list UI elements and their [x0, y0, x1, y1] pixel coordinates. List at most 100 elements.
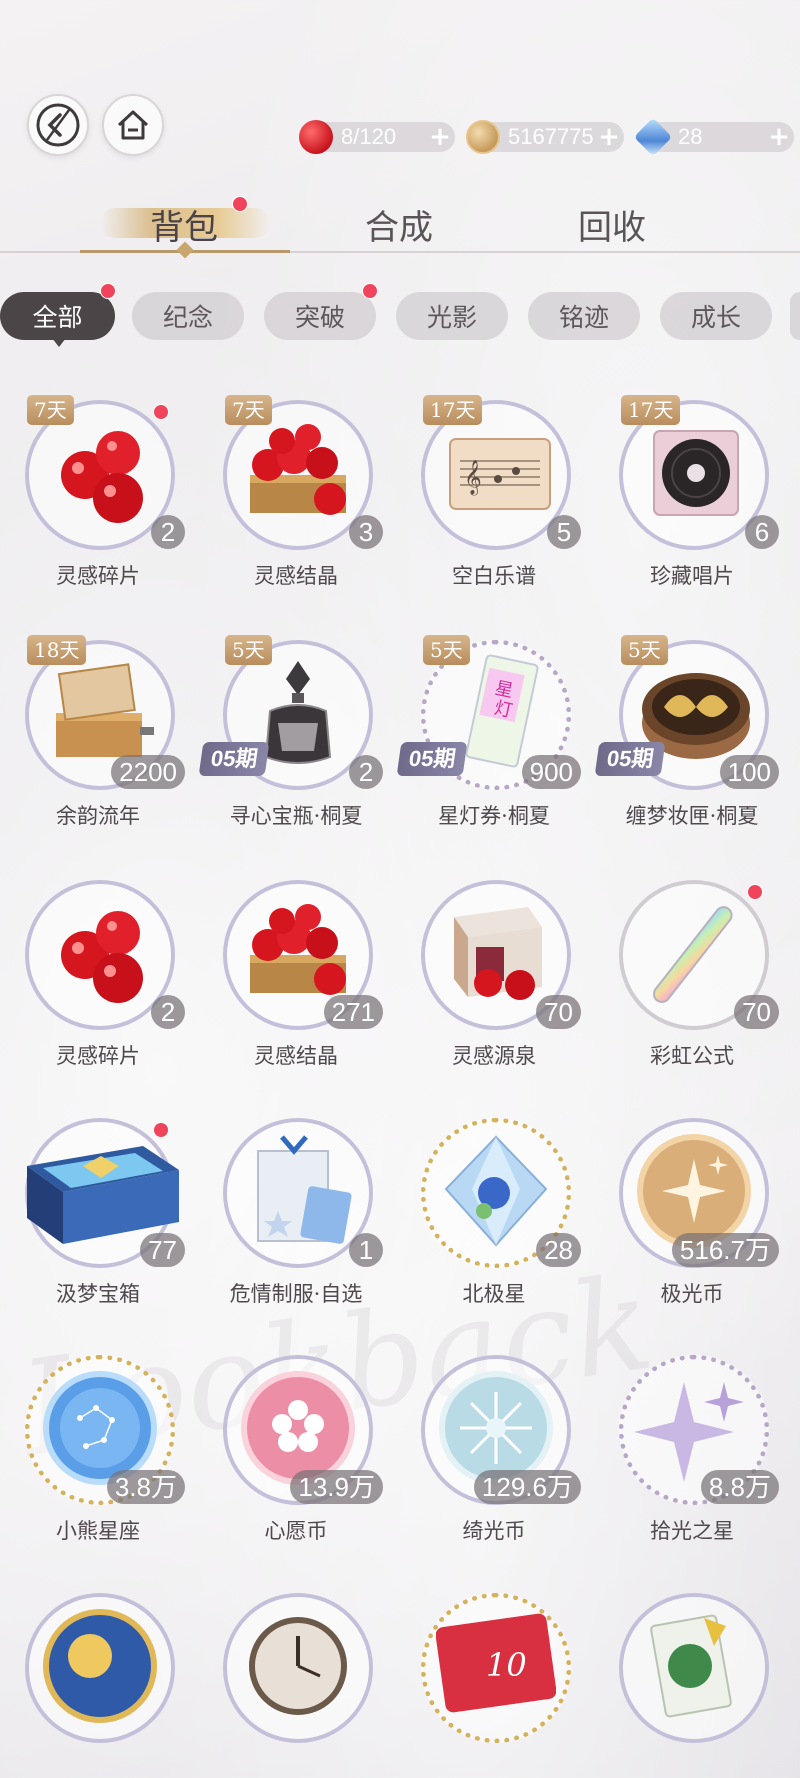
item-name: 北极星	[462, 1282, 526, 1306]
item-count: 100	[719, 755, 779, 789]
item-name: 寻心宝瓶·桐夏	[229, 804, 363, 828]
item-count: 2200	[111, 755, 185, 789]
item-count: 2	[151, 995, 185, 1029]
item-name: 拾光之星	[650, 1519, 734, 1543]
subtab-breakthrough[interactable]: 突破	[264, 292, 376, 340]
home-icon	[117, 110, 149, 140]
item-name: 珍藏唱片	[650, 564, 734, 588]
clock-icon	[233, 1601, 363, 1731]
music-sheet-icon: 𝄞	[431, 408, 561, 538]
item-inspiration-fragment[interactable]: 7天 2 灵感碎片	[3, 395, 193, 620]
subtab-more[interactable]	[790, 292, 800, 340]
days-badge: 17天	[621, 395, 681, 425]
event-period-tag: 05期	[198, 742, 270, 776]
item-count: 129.6万	[473, 1470, 581, 1504]
item-name: 余韵流年	[56, 804, 140, 828]
item-star-lamp-ticket[interactable]: 星灯 5天 05期 900 星灯券·桐夏	[396, 635, 589, 860]
item-count: 900	[521, 755, 581, 789]
item-count: 2	[151, 515, 185, 549]
item-count: 3.8万	[106, 1470, 185, 1504]
item-aurora-coin[interactable]: 516.7万 极光币	[597, 1118, 787, 1338]
item-count: 77	[140, 1233, 185, 1267]
item-clock[interactable]	[201, 1593, 391, 1778]
days-badge: 17天	[423, 395, 483, 425]
tab-recycle[interactable]: 回收	[578, 200, 646, 249]
home-button[interactable]	[102, 94, 164, 156]
days-badge: 5天	[423, 635, 470, 665]
item-dream-vanity-box[interactable]: 5天 05期 100 缠梦妆匣·桐夏	[594, 635, 787, 860]
item-crisis-uniform-selector[interactable]: 1 危情制服·自选	[201, 1118, 391, 1338]
item-count: 70	[536, 995, 581, 1029]
item-name: 灵感碎片	[56, 1044, 140, 1068]
item-count: 3	[349, 515, 383, 549]
item-count: 5	[547, 515, 581, 549]
item-blank-sheet-music[interactable]: 𝄞 17天 5 空白乐谱	[399, 395, 589, 620]
item-inspiration-source[interactable]: 70 灵感源泉	[399, 880, 589, 1100]
item-name: 灵感结晶	[254, 1044, 338, 1068]
apple-icon	[299, 120, 333, 154]
uniform-package-icon	[233, 1126, 363, 1256]
diamond-icon	[633, 117, 673, 157]
resource-value: 28	[678, 124, 703, 149]
item-wish-coin[interactable]: 13.9万 心愿币	[201, 1355, 391, 1575]
item-name: 空白乐谱	[452, 564, 536, 588]
tab-synthesis[interactable]: 合成	[365, 200, 433, 249]
item-dream-chest[interactable]: 77 汲梦宝箱	[3, 1118, 193, 1338]
item-inspiration-fragment-2[interactable]: 2 灵感碎片	[3, 880, 193, 1100]
svg-text:10: 10	[486, 1646, 527, 1684]
apples-icon	[35, 408, 165, 538]
apples-icon	[35, 888, 165, 1018]
tab-bag-notification-dot	[232, 196, 248, 212]
item-sun-compass[interactable]	[3, 1593, 193, 1778]
item-radiance-coin[interactable]: 129.6万 绮光币	[399, 1355, 589, 1575]
item-name: 绮光币	[462, 1519, 526, 1543]
item-count: 516.7万	[671, 1233, 779, 1267]
item-red-card[interactable]: 10	[399, 1593, 589, 1778]
item-name: 汲梦宝箱	[56, 1282, 140, 1306]
item-inspiration-crystal[interactable]: 7天 3 灵感结晶	[201, 395, 391, 620]
days-badge: 5天	[621, 635, 668, 665]
item-count: 8.8万	[700, 1470, 779, 1504]
add-apple-button[interactable]: +	[425, 122, 455, 152]
add-diamond-button[interactable]: +	[764, 122, 794, 152]
item-name: 彩虹公式	[650, 1044, 734, 1068]
vinyl-record-icon	[629, 408, 759, 538]
item-heart-seeking-bottle[interactable]: 5天 05期 2 寻心宝瓶·桐夏	[198, 635, 391, 860]
item-polaris[interactable]: 28 北极星	[399, 1118, 589, 1338]
gold-coin-icon	[466, 120, 500, 154]
subtab-inscription[interactable]: 铭迹	[528, 292, 640, 340]
days-badge: 7天	[27, 395, 74, 425]
subtab-light-shadow[interactable]: 光影	[396, 292, 508, 340]
item-count: 70	[734, 995, 779, 1029]
item-count: 2	[349, 755, 383, 789]
item-name: 星灯券·桐夏	[438, 804, 550, 828]
item-ursa-minor[interactable]: 3.8万 小熊星座	[3, 1355, 193, 1575]
item-name: 极光币	[660, 1282, 724, 1306]
days-badge: 18天	[27, 635, 87, 665]
item-collector-record[interactable]: 17天 6 珍藏唱片	[597, 395, 787, 620]
subtab-memorial[interactable]: 纪念	[132, 292, 244, 340]
subtab-all-notification-dot	[100, 283, 116, 299]
days-badge: 5天	[225, 635, 272, 665]
item-count: 28	[536, 1233, 581, 1267]
event-period-tag: 05期	[594, 742, 666, 776]
subtab-growth[interactable]: 成长	[660, 292, 772, 340]
item-notification-dot	[747, 884, 763, 900]
red-card-icon: 10	[431, 1601, 561, 1731]
item-name: 缠梦妆匣·桐夏	[625, 804, 759, 828]
resource-value: 8/120	[341, 124, 397, 149]
item-plant-card[interactable]	[597, 1593, 787, 1778]
item-name: 心愿币	[264, 1519, 328, 1543]
add-gold-button[interactable]: +	[594, 122, 624, 152]
item-inspiration-crystal-2[interactable]: 271 灵感结晶	[201, 880, 391, 1100]
back-arrow-icon	[36, 103, 80, 147]
back-button[interactable]	[27, 94, 89, 156]
item-time-star[interactable]: 8.8万 拾光之星	[597, 1355, 787, 1575]
svg-text:𝄞: 𝄞	[464, 460, 482, 496]
item-count: 1	[349, 1233, 383, 1267]
item-lingering-years[interactable]: 18天 2200 余韵流年	[3, 635, 193, 860]
active-subtab-pointer	[52, 338, 66, 347]
item-rainbow-formula[interactable]: 70 彩虹公式	[597, 880, 787, 1100]
subtab-all[interactable]: 全部	[0, 292, 115, 340]
item-name: 危情制服·自选	[229, 1282, 363, 1306]
